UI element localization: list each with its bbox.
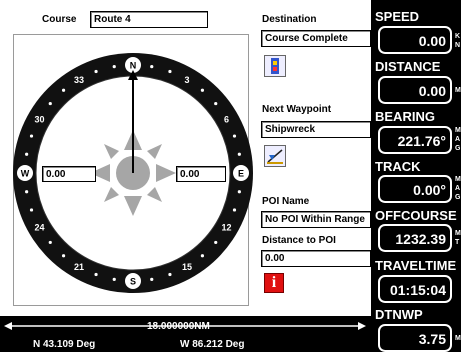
traveltime-title: TRAVELTIME bbox=[375, 258, 457, 273]
offcourse-title: OFFCOURSE bbox=[375, 208, 457, 223]
track-unit-1: M bbox=[455, 176, 461, 183]
dtnwp-value: 3.75 bbox=[378, 324, 452, 352]
map-marker-icon bbox=[271, 58, 279, 74]
compass-tick bbox=[237, 152, 241, 156]
destination-field[interactable]: Course Complete bbox=[261, 30, 371, 47]
status-bar: 18.000000NM N 43.109 Deg W 86.212 Deg bbox=[0, 316, 371, 352]
dtnwp-unit: M bbox=[455, 335, 461, 342]
next-waypoint-label: Next Waypoint bbox=[262, 104, 332, 115]
heading-label: S bbox=[130, 277, 136, 287]
compass-tick bbox=[94, 69, 98, 74]
distance-unit: M bbox=[455, 87, 461, 94]
longitude-readout: W 86.212 Deg bbox=[180, 339, 245, 350]
waypoint-flag-icon bbox=[267, 149, 283, 164]
compass-tick bbox=[25, 190, 29, 194]
heading-label: 15 bbox=[182, 262, 192, 272]
poi-name-field: No POI Within Range bbox=[261, 211, 371, 228]
speed-title: SPEED bbox=[375, 9, 420, 24]
bearing-unit-3: G bbox=[455, 145, 461, 152]
offcourse-unit-1: M bbox=[455, 230, 461, 237]
bearing-unit-1: M bbox=[455, 127, 461, 134]
track-value: 0.00° bbox=[378, 175, 452, 203]
compass-dial: N 3 6 E 12 15 S 21 24 W 30 33 bbox=[13, 53, 253, 293]
heading-label: 21 bbox=[74, 262, 84, 272]
heading-label: 30 bbox=[34, 115, 44, 125]
offcourse-value: 1232.39 bbox=[378, 224, 452, 252]
compass-tick bbox=[29, 134, 34, 138]
bearing-value: 221.76° bbox=[378, 126, 452, 154]
heading-label: N bbox=[130, 61, 137, 71]
heading-label: E bbox=[238, 169, 244, 179]
compass-tick bbox=[112, 277, 116, 281]
speed-unit-2: N bbox=[455, 42, 461, 49]
poi-name-label: POI Name bbox=[262, 196, 310, 207]
compass-tick bbox=[48, 101, 52, 106]
compass-tick bbox=[94, 272, 98, 277]
offcourse-unit-2: T bbox=[455, 239, 460, 246]
traveltime-value: 01:15:04 bbox=[378, 275, 452, 303]
heading-label: 33 bbox=[74, 75, 84, 85]
compass-tick bbox=[237, 190, 241, 194]
compass-tick bbox=[168, 69, 172, 74]
compass-tick bbox=[29, 208, 34, 212]
right-offset-readout: 0.00 bbox=[176, 166, 226, 182]
compass-tick bbox=[200, 88, 205, 92]
heading-label: 6 bbox=[224, 115, 229, 125]
compass-tick bbox=[150, 65, 154, 69]
compass-tick bbox=[232, 134, 237, 138]
distance-value: 0.00 bbox=[378, 76, 452, 104]
compass-tick bbox=[150, 277, 154, 281]
compass-tick bbox=[168, 272, 172, 277]
bearing-unit-2: A bbox=[455, 136, 461, 143]
track-unit-2: A bbox=[455, 185, 461, 192]
poi-distance-field: 0.00 bbox=[261, 250, 371, 267]
track-title: TRACK bbox=[375, 159, 421, 174]
heading-label: 12 bbox=[222, 223, 232, 233]
info-button[interactable]: i bbox=[264, 273, 284, 293]
compass-tick bbox=[214, 240, 218, 245]
heading-label: 3 bbox=[184, 75, 189, 85]
compass-tick bbox=[200, 254, 205, 258]
track-unit-3: G bbox=[455, 194, 461, 201]
left-offset-readout: 0.00 bbox=[42, 166, 96, 182]
compass-tick bbox=[232, 208, 237, 212]
speed-unit-1: K bbox=[455, 33, 461, 40]
distance-title: DISTANCE bbox=[375, 59, 441, 74]
compass-tick bbox=[48, 240, 52, 245]
dtnwp-title: DTNWP bbox=[375, 307, 423, 322]
info-icon: i bbox=[271, 274, 277, 291]
compass-tick bbox=[25, 152, 29, 156]
compass-tick bbox=[214, 101, 218, 106]
destination-label: Destination bbox=[262, 14, 317, 25]
destination-marker-button[interactable] bbox=[264, 55, 286, 77]
latitude-readout: N 43.109 Deg bbox=[33, 339, 96, 350]
speed-value: 0.00 bbox=[378, 26, 452, 54]
next-waypoint-field[interactable]: Shipwreck bbox=[261, 121, 371, 138]
compass-tick bbox=[61, 88, 66, 92]
waypoint-button[interactable] bbox=[264, 145, 286, 167]
poi-distance-label: Distance to POI bbox=[262, 235, 336, 246]
bearing-title: BEARING bbox=[375, 109, 435, 124]
heading-label: W bbox=[21, 169, 30, 179]
compass-tick bbox=[112, 65, 116, 69]
heading-label: 24 bbox=[34, 223, 44, 233]
compass-tick bbox=[61, 254, 66, 258]
scale-value: 18.000000NM bbox=[147, 321, 210, 332]
